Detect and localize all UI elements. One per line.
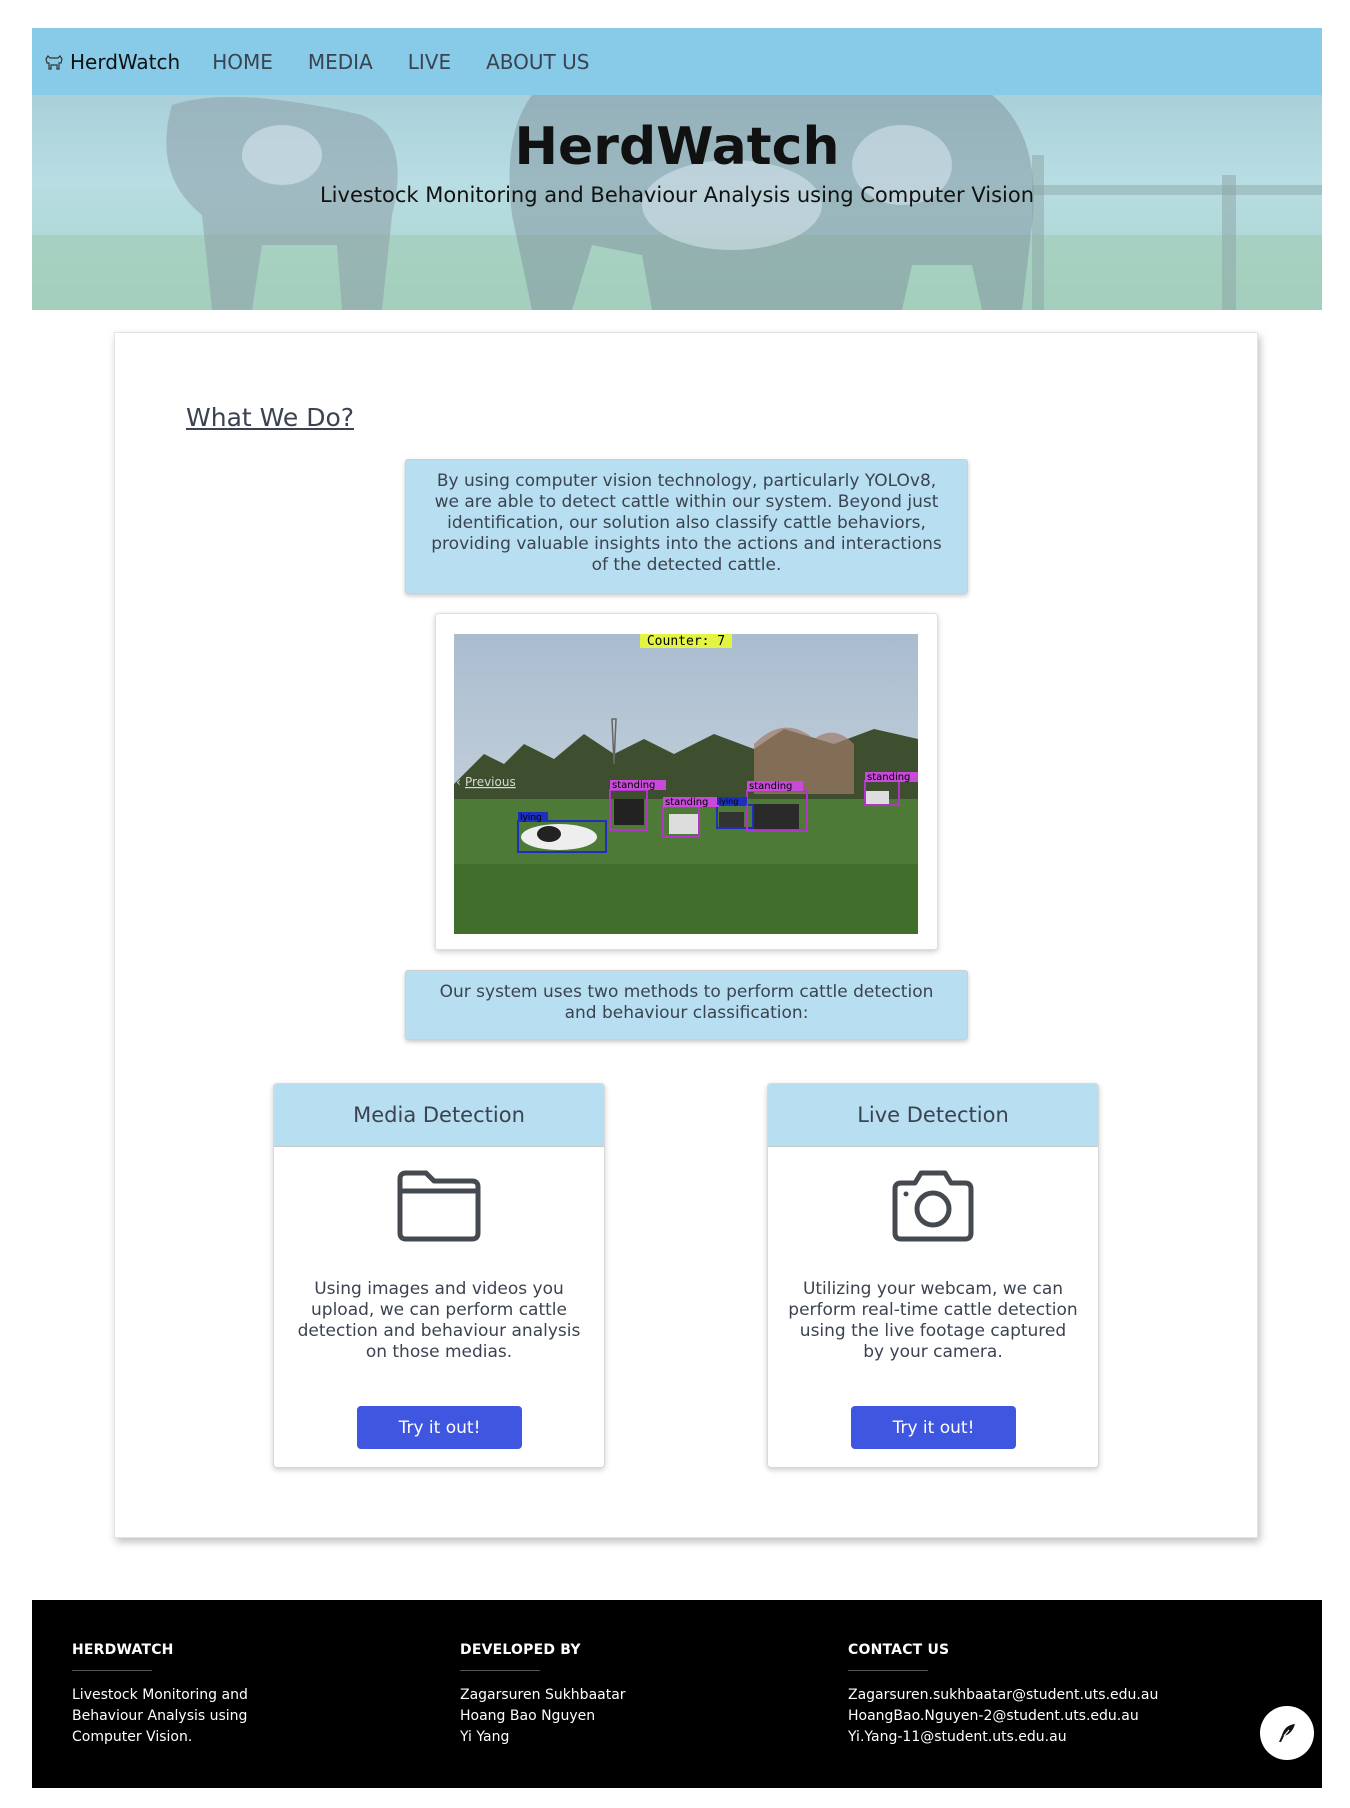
media-card-title: Media Detection: [274, 1084, 604, 1147]
footer-about-line: Computer Vision.: [72, 1729, 193, 1745]
nav-about-us[interactable]: ABOUT US: [486, 50, 589, 74]
nav-live[interactable]: LIVE: [408, 50, 451, 74]
developer-name: Hoang Bao Nguyen: [460, 1708, 596, 1724]
footer-developers-title: DEVELOPED BY: [460, 1642, 581, 1658]
contact-email[interactable]: HoangBao.Nguyen-2@student.uts.edu.au: [848, 1706, 1158, 1727]
media-detection-card: Media Detection Using images and videos …: [273, 1083, 605, 1468]
media-try-button[interactable]: Try it out!: [357, 1406, 522, 1449]
hero-subtitle: Livestock Monitoring and Behaviour Analy…: [319, 183, 1035, 207]
live-card-title: Live Detection: [768, 1084, 1098, 1147]
footer-about: HERDWATCH Livestock Monitoring and Behav…: [72, 1642, 248, 1748]
footer: HERDWATCH Livestock Monitoring and Behav…: [32, 1600, 1322, 1788]
footer-contact-title: CONTACT US: [848, 1642, 950, 1658]
nav-media[interactable]: MEDIA: [308, 50, 373, 74]
media-card-description: Using images and videos you upload, we c…: [297, 1279, 581, 1362]
hero-banner: HerdWatch Livestock Monitoring and Behav…: [32, 95, 1322, 310]
footer-about-title: HERDWATCH: [72, 1642, 174, 1658]
feather-fab-button[interactable]: [1260, 1706, 1314, 1760]
detection-label: lying: [520, 813, 542, 823]
live-card-description: Utilizing your webcam, we can perform re…: [788, 1279, 1078, 1362]
camera-icon: [768, 1169, 1098, 1249]
navbar: HerdWatch HOME MEDIA LIVE ABOUT US: [32, 28, 1322, 95]
cow-icon: [45, 54, 63, 70]
live-try-button[interactable]: Try it out!: [851, 1406, 1016, 1449]
footer-about-line: Livestock Monitoring and: [72, 1687, 248, 1703]
developer-name: Zagarsuren Sukhbaatar: [460, 1687, 626, 1703]
detection-carousel: lying standing standing lying standing s…: [435, 613, 938, 950]
developer-name: Yi Yang: [460, 1729, 510, 1745]
brand-name: HerdWatch: [70, 49, 181, 74]
chevron-left-icon: ‹: [456, 775, 461, 789]
hero-title: HerdWatch: [514, 117, 840, 177]
section-heading: What We Do?: [186, 403, 355, 432]
content-card: What We Do? By using computer vision tec…: [114, 332, 1258, 1538]
counter-label: Counter: 7: [647, 634, 725, 649]
divider: [72, 1670, 152, 1671]
detection-label: standing: [665, 797, 708, 808]
detection-image: lying standing standing lying standing s…: [454, 634, 918, 934]
brand-link[interactable]: HerdWatch: [44, 50, 180, 74]
intro-box: By using computer vision technology, par…: [405, 459, 968, 594]
live-detection-card: Live Detection Utilizing your webcam, we…: [767, 1083, 1099, 1468]
detection-label: lying: [719, 797, 738, 806]
feather-icon: [1279, 1724, 1295, 1742]
footer-about-line: Behaviour Analysis using: [72, 1708, 248, 1724]
detection-label: standing: [867, 772, 910, 783]
carousel-prev-button[interactable]: ‹ Previous: [456, 775, 516, 789]
divider: [848, 1670, 928, 1671]
methods-box: Our system uses two methods to perform c…: [405, 970, 968, 1040]
divider: [460, 1670, 540, 1671]
folder-icon: [274, 1169, 604, 1249]
carousel-prev-label: Previous: [465, 775, 516, 789]
nav-home[interactable]: HOME: [212, 50, 273, 74]
footer-developers: DEVELOPED BY Zagarsuren Sukhbaatar Hoang…: [460, 1642, 626, 1748]
detection-label: standing: [749, 781, 792, 792]
contact-email[interactable]: Zagarsuren.sukhbaatar@student.uts.edu.au: [848, 1685, 1158, 1706]
detection-label: standing: [612, 780, 655, 791]
footer-contact: CONTACT US Zagarsuren.sukhbaatar@student…: [848, 1642, 1158, 1748]
contact-email[interactable]: Yi.Yang-11@student.uts.edu.au: [848, 1727, 1158, 1748]
